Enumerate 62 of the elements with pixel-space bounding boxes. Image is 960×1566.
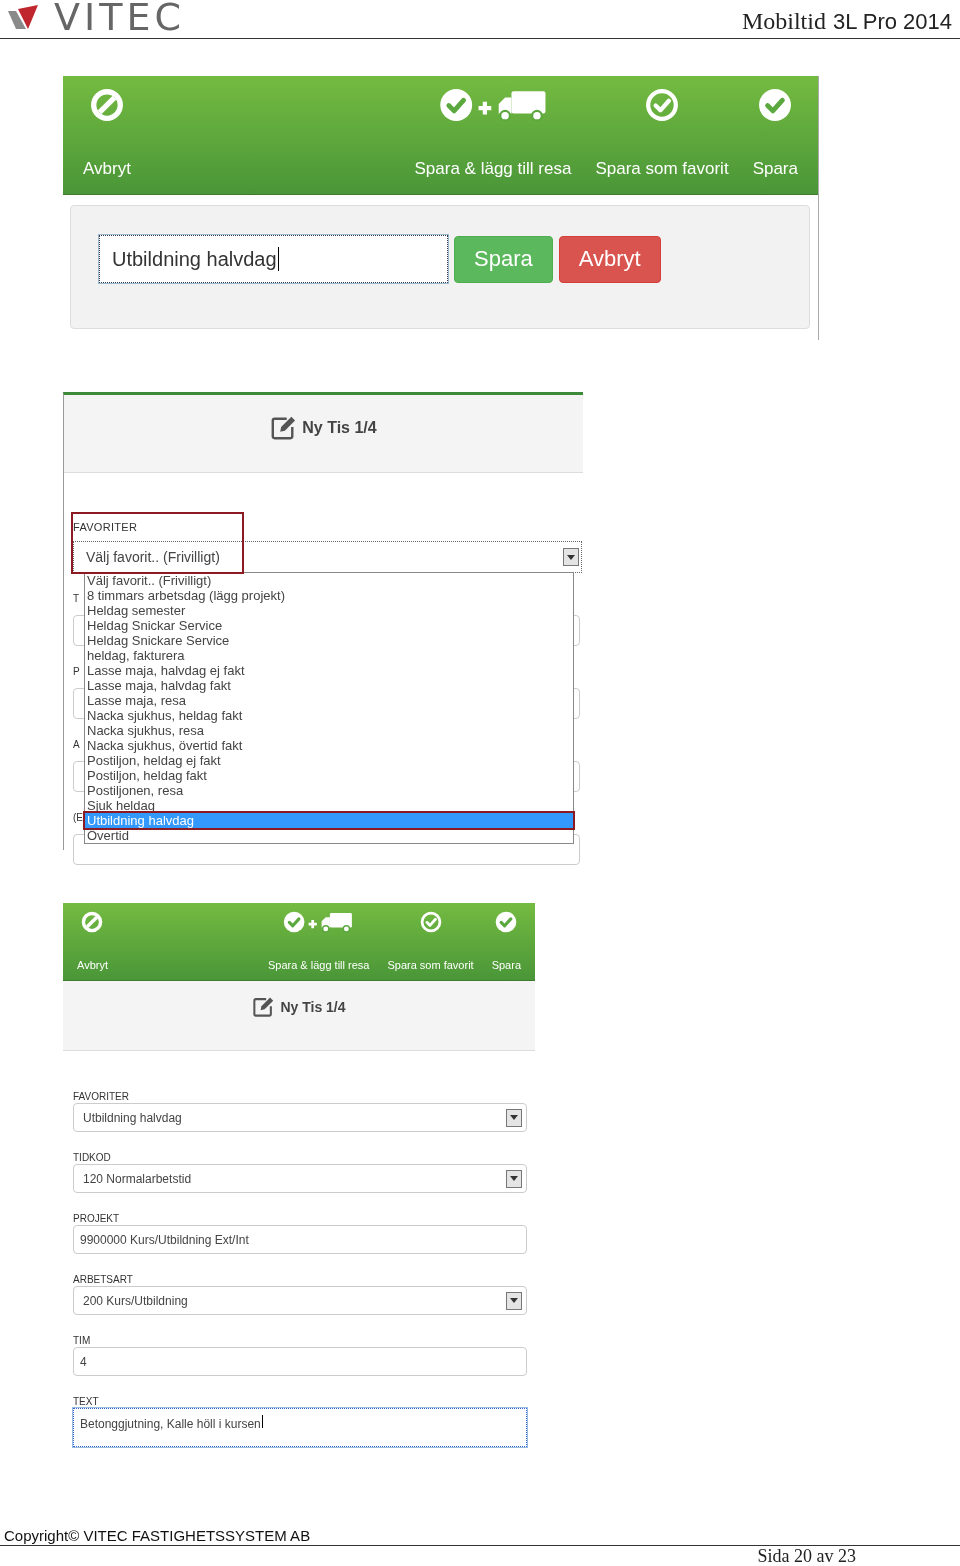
- field-label: (E: [73, 812, 83, 824]
- input-field[interactable]: 9900000 Kurs/Utbildning Ext/Int: [73, 1225, 527, 1254]
- caret-icon: [510, 1176, 518, 1181]
- select-field[interactable]: 120 Normalarbetstid: [73, 1164, 527, 1193]
- check-circle-icon: [645, 88, 679, 122]
- check-plus-truck-icon: [438, 88, 548, 122]
- dropdown-option[interactable]: Välj favorit.. (Frivilligt): [85, 573, 573, 588]
- field-label: TEXT: [73, 1396, 100, 1408]
- field-label: FAVORITER: [73, 521, 139, 533]
- ban-icon: [89, 88, 124, 122]
- field-label: A: [73, 739, 80, 751]
- dropdown-button[interactable]: [506, 1169, 522, 1188]
- favorite-name-field[interactable]: Utbildning halvdag: [99, 235, 448, 283]
- field-label: TIM: [73, 1335, 92, 1347]
- copyright-text: Copyright© VITEC FASTIGHETSSYSTEM AB: [4, 1527, 311, 1544]
- dropdown-option[interactable]: Nacka sjukhus, resa: [85, 723, 573, 738]
- logo-icon: [6, 3, 40, 31]
- edit-icon: [252, 995, 275, 1018]
- ban-icon: [81, 911, 104, 933]
- input-field[interactable]: 4: [73, 1347, 527, 1376]
- select-field[interactable]: 200 Kurs/Utbildning: [73, 1286, 527, 1315]
- dropdown-button[interactable]: [506, 1291, 522, 1310]
- dropdown-option[interactable]: Övertid: [85, 828, 573, 843]
- dropdown-option[interactable]: Postiljon, heldag ej fakt: [85, 753, 573, 768]
- page-title: Ny Tis 1/4: [302, 418, 377, 437]
- caret-icon: [567, 554, 575, 560]
- dropdown-option[interactable]: Lasse maja, resa: [85, 693, 573, 708]
- dropdown-option[interactable]: Heldag Snickare Service: [85, 633, 573, 648]
- dropdown-option[interactable]: Sjuk heldag: [85, 798, 573, 813]
- document-title: 3L Pro 2014: [832, 9, 952, 35]
- dropdown-option[interactable]: Heldag semester: [85, 603, 573, 618]
- check-circle-icon: [419, 911, 442, 933]
- field-label: T: [73, 593, 80, 605]
- dropdown-button[interactable]: [563, 548, 579, 566]
- document-title: Mobiltid: [741, 8, 826, 35]
- dropdown-option[interactable]: Lasse maja, halvdag ej fakt: [85, 663, 573, 678]
- dropdown-option[interactable]: Nacka sjukhus, heldag fakt: [85, 708, 573, 723]
- caret-icon: [510, 1298, 518, 1303]
- dropdown-button[interactable]: [506, 1108, 522, 1127]
- dropdown-option[interactable]: 8 timmars arbetsdag (lägg projekt): [85, 588, 573, 603]
- select-field[interactable]: Utbildning halvdag: [73, 1103, 527, 1132]
- dropdown-option[interactable]: Lasse maja, halvdag fakt: [85, 678, 573, 693]
- logo-wordmark: VITEC: [54, 0, 185, 34]
- field-label: PROJEKT: [73, 1213, 121, 1225]
- input-field[interactable]: Betonggjutning, Kalle höll i kursen: [73, 1408, 527, 1447]
- caret-icon: [510, 1115, 518, 1120]
- dropdown-option[interactable]: Nacka sjukhus, övertid fakt: [85, 738, 573, 753]
- field-label: FAVORITER: [73, 1091, 130, 1103]
- dropdown-option[interactable]: Postiljon, heldag fakt: [85, 768, 573, 783]
- dropdown-option[interactable]: Postiljonen, resa: [85, 783, 573, 798]
- dropdown-option[interactable]: Heldag Snickar Service: [85, 618, 573, 633]
- dropdown-option[interactable]: heldag, fakturera: [85, 648, 573, 663]
- field-label: TIDKOD: [73, 1152, 112, 1164]
- cancel-button[interactable]: Avbryt: [558, 235, 661, 283]
- check-plus-truck-icon: [283, 911, 354, 933]
- page-title: Ny Tis 1/4: [280, 998, 346, 1015]
- check-circle-icon: [758, 88, 793, 122]
- page-number: Sida 20 av 23: [757, 1546, 856, 1566]
- field-label: ARBETSART: [73, 1274, 134, 1286]
- field-label: P: [73, 666, 80, 678]
- edit-icon: [270, 414, 297, 441]
- check-circle-icon: [495, 911, 518, 933]
